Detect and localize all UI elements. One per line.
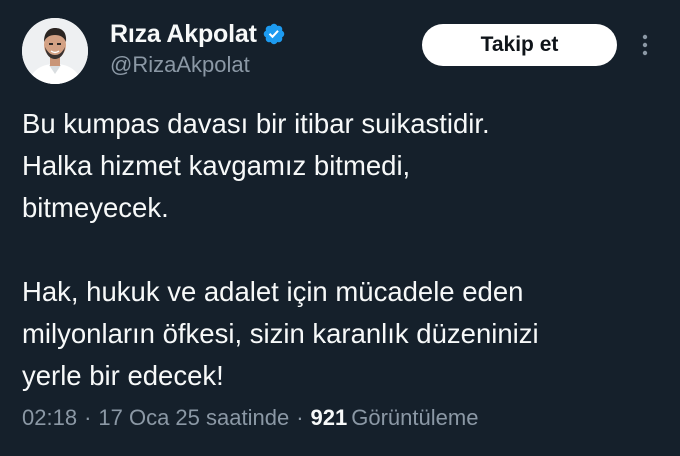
verified-badge-icon [262,22,286,46]
views-count: 921 [310,405,348,430]
author-display-name[interactable]: Rıza Akpolat [110,20,257,49]
more-options-button[interactable] [632,30,658,60]
author-handle[interactable]: @RizaAkpolat [110,52,250,78]
meta-separator: · [296,405,304,430]
tweet-card: Rıza Akpolat @RizaAkpolat Takip et Bu ku… [0,0,680,456]
tweet-meta: 02:18 · 17 Oca 25 saatinde · 921 Görüntü… [22,405,478,431]
author-name-row: Rıza Akpolat [110,20,286,48]
tweet-paragraph-1: Bu kumpas davası bir itibar suikastidir.… [22,108,490,223]
meta-separator: · [84,405,92,430]
avatar[interactable] [22,18,88,84]
more-vertical-icon [642,34,648,56]
tweet-text: Bu kumpas davası bir itibar suikastidir.… [22,103,662,397]
tweet-time[interactable]: 02:18 [22,405,77,431]
avatar-photo [22,18,88,84]
views-label: Görüntüleme [351,405,479,430]
tweet-date[interactable]: 17 Oca 25 saatinde [98,405,289,431]
tweet-paragraph-2: Hak, hukuk ve adalet için mücadele eden … [22,276,539,391]
follow-button[interactable]: Takip et [422,24,617,66]
